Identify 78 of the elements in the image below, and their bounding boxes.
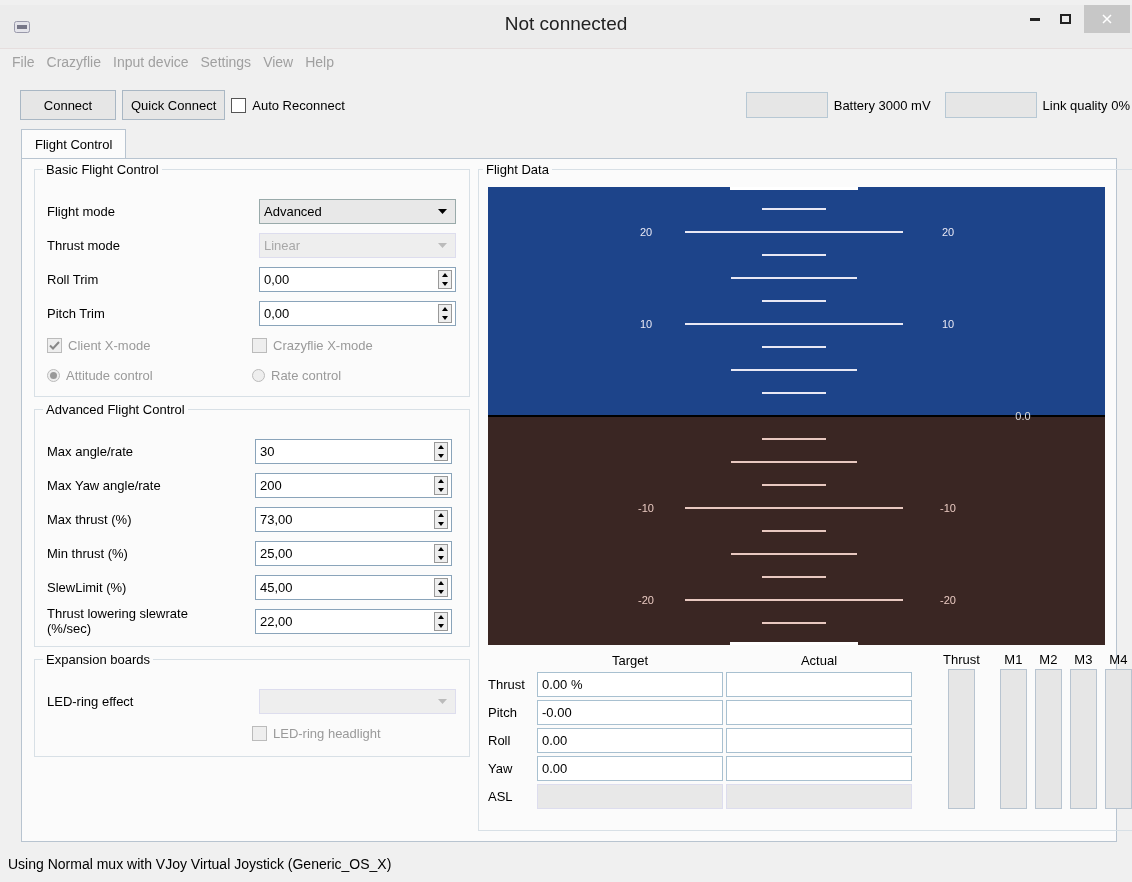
spin-arrows-icon xyxy=(438,269,452,289)
spin-box[interactable]: 30 xyxy=(255,438,452,464)
caret-icon xyxy=(438,208,447,214)
maximize-icon xyxy=(1059,14,1071,24)
bar-label: M2 xyxy=(1039,653,1058,667)
row-label: ASL xyxy=(488,788,514,806)
spin-arrows-icon xyxy=(434,577,448,597)
app-icon xyxy=(14,20,30,33)
radio-label: Attitude control xyxy=(66,367,153,383)
value-field: 0.00 xyxy=(537,756,723,781)
row-label: Yaw xyxy=(488,760,514,778)
altitude-label: 0.0 xyxy=(1015,410,1031,422)
spin-arrows-icon xyxy=(434,543,448,563)
spin-arrows-icon xyxy=(434,475,448,495)
battery-label: Battery 3000 mV xyxy=(833,97,931,113)
checkbox-label: LED-ring headlight xyxy=(273,725,381,741)
value-field: -0.00 xyxy=(537,700,723,725)
value-field: 0.00 xyxy=(537,728,723,753)
field-label: Max Yaw angle/rate xyxy=(47,477,162,493)
radio-label: Rate control xyxy=(271,367,342,383)
row-label: Pitch xyxy=(488,704,518,722)
bar-label: Thrust xyxy=(943,653,980,667)
dropdown[interactable]: Advanced xyxy=(259,198,456,224)
pitch-label: -10 xyxy=(638,502,654,514)
spin-arrows-icon xyxy=(434,611,448,631)
pitch-label: -10 xyxy=(940,502,956,514)
checkbox[interactable] xyxy=(231,97,247,113)
minimize-icon xyxy=(1030,17,1040,21)
spin-box[interactable]: 45,00 xyxy=(255,574,452,600)
toolbar-button[interactable]: Connect xyxy=(20,90,116,120)
bar-label: M4 xyxy=(1109,653,1128,667)
close-icon xyxy=(1102,14,1112,24)
group-title: Advanced Flight Control xyxy=(43,402,188,417)
checkbox-label: Client X-mode xyxy=(68,337,151,353)
pitch-label: -20 xyxy=(940,594,956,606)
field-label: SlewLimit (%) xyxy=(47,579,128,595)
spin-arrows-icon xyxy=(438,303,452,323)
field-label: Roll Trim xyxy=(47,271,100,287)
column-header: Actual xyxy=(799,653,839,669)
bar-label: M3 xyxy=(1074,653,1093,667)
window-title: Not connected xyxy=(504,13,628,34)
toolbar-button[interactable]: Quick Connect xyxy=(122,90,226,120)
field-label: Min thrust (%) xyxy=(47,545,129,561)
field-label: Max thrust (%) xyxy=(47,511,133,527)
row-label: Thrust xyxy=(488,676,526,694)
group-title: Flight Data xyxy=(483,162,552,177)
caret-icon xyxy=(438,242,447,248)
field-label: Thrust mode xyxy=(47,237,121,253)
pitch-label: 20 xyxy=(639,226,653,238)
row-label: Roll xyxy=(488,732,512,750)
tab[interactable]: Flight Control xyxy=(21,129,127,158)
spin-box[interactable]: 25,00 xyxy=(255,540,452,566)
column-header: Target xyxy=(610,653,650,669)
bar-label: M1 xyxy=(1004,653,1023,667)
spin-box[interactable]: 0,00 xyxy=(259,266,456,292)
pitch-label: 10 xyxy=(941,318,955,330)
pitch-label: 10 xyxy=(639,318,653,330)
group-title: Basic Flight Control xyxy=(43,162,162,177)
link-quality-label: Link quality 0% xyxy=(1042,97,1130,113)
field-label: Pitch Trim xyxy=(47,305,106,321)
spin-box[interactable]: 0,00 xyxy=(259,300,456,326)
spin-box[interactable]: 200 xyxy=(255,472,452,498)
group-title: Expansion boards xyxy=(43,652,154,667)
caret-icon xyxy=(438,698,447,704)
checkbox-label: Auto Reconnect xyxy=(252,97,345,113)
spin-arrows-icon xyxy=(434,441,448,461)
field-label: Max angle/rate xyxy=(47,443,134,459)
field-label: Flight mode xyxy=(47,203,116,219)
checkbox-label: Crazyflie X-mode xyxy=(273,337,373,353)
field-label: LED-ring effect xyxy=(47,693,135,709)
value-field: 0.00 % xyxy=(537,672,723,697)
spin-box[interactable]: 73,00 xyxy=(255,506,452,532)
spin-arrows-icon xyxy=(434,509,448,529)
field-label: Thrust lowering slewrate (%/sec) xyxy=(47,606,189,636)
status-bar-text: Using Normal mux with VJoy Virtual Joystick (Generic_OS_X) xyxy=(7,855,393,872)
spin-box[interactable]: 22,00 xyxy=(255,608,452,634)
pitch-label: -20 xyxy=(638,594,654,606)
pitch-label: 20 xyxy=(941,226,955,238)
